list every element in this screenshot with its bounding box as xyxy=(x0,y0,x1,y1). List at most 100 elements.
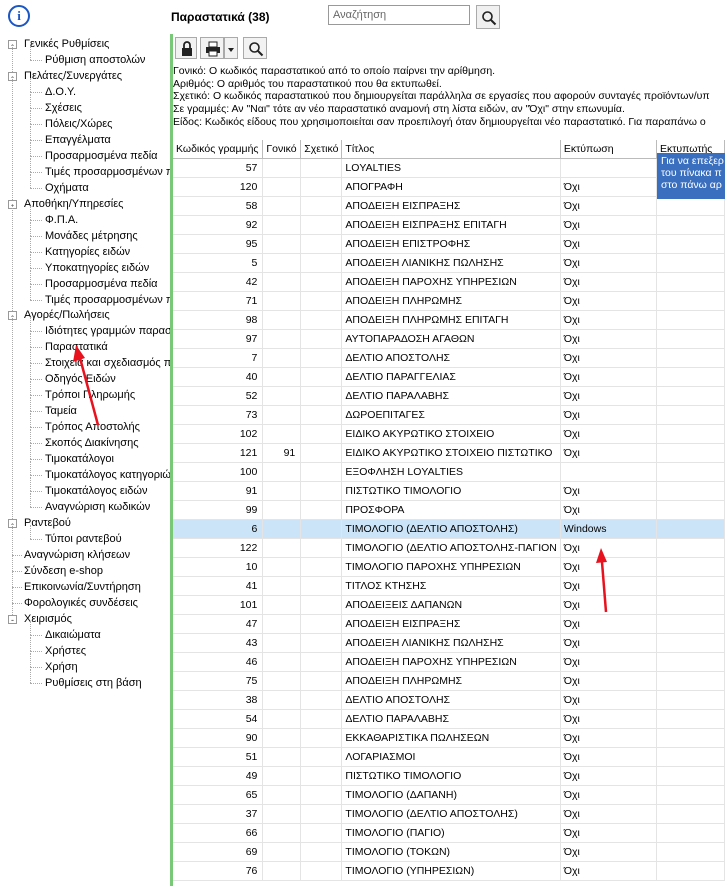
column-header[interactable]: Σχετικό xyxy=(300,140,343,159)
print-dropdown-button[interactable] xyxy=(224,37,238,59)
sidebar-group[interactable]: Γενικές Ρυθμίσεις xyxy=(24,36,170,52)
table-row[interactable]: 46 ΑΠΟΔΕΙΞΗ ΠΑΡΟΧΗΣ ΥΠΗΡΕΣΙΩΝ Όχι xyxy=(173,652,725,672)
sidebar-item[interactable]: Τύποι ραντεβού xyxy=(45,531,170,547)
print-button[interactable] xyxy=(200,37,224,59)
sidebar-item[interactable]: Δ.Ο.Υ. xyxy=(45,84,170,100)
table-row[interactable]: 97 ΑΥΤΟΠΑΡΑΔΟΣΗ ΑΓΑΘΩΝ Όχι xyxy=(173,329,725,349)
tree-connector xyxy=(12,523,13,556)
sidebar-item[interactable]: Χρήση xyxy=(45,659,170,675)
table-row[interactable]: 10 ΤΙΜΟΛΟΓΙΟ ΠΑΡΟΧΗΣ ΥΠΗΡΕΣΙΩΝ Όχι xyxy=(173,557,725,577)
table-cell xyxy=(262,291,302,311)
column-header[interactable]: Κωδικός γραμμής xyxy=(173,140,264,159)
sidebar-item[interactable]: Μονάδες μέτρησης xyxy=(45,228,170,244)
table-row[interactable]: 66 ΤΙΜΟΛΟΓΙΟ (ΠΑΓΙΟ) Όχι xyxy=(173,823,725,843)
page-title: Παραστατικά (38) xyxy=(171,10,270,24)
table-row[interactable]: 121 91 ΕΙΔΙΚΟ ΑΚΥΡΩΤΙΚΟ ΣΤΟΙΧΕΙΟ ΠΙΣΤΩΤΙΚΟ… xyxy=(173,443,725,463)
tree-toggle[interactable]: - xyxy=(8,614,17,624)
sidebar-item[interactable]: Κατηγορίες ειδών xyxy=(45,244,170,260)
sidebar-item[interactable]: Τιμοκατάλογος κατηγοριώ xyxy=(45,467,170,483)
sidebar-group[interactable]: Αναγνώριση κλήσεων xyxy=(24,547,170,563)
sidebar-group[interactable]: Φορολογικές συνδέσεις xyxy=(24,595,170,611)
sidebar-item[interactable]: Πόλεις/Χώρες xyxy=(45,116,170,132)
table-row[interactable]: 57 LOYALTIES xyxy=(173,158,725,178)
sidebar-item[interactable]: Παραστατικά xyxy=(45,339,170,355)
column-header[interactable]: Τίτλος xyxy=(341,140,561,159)
sidebar-item[interactable]: Φ.Π.Α. xyxy=(45,212,170,228)
table-row[interactable]: 91 ΠΙΣΤΩΤΙΚΟ ΤΙΜΟΛΟΓΙΟ Όχι xyxy=(173,481,725,501)
sidebar-item[interactable]: Στοιχεία και σχεδιασμός π xyxy=(45,355,170,371)
table-row[interactable]: 100 ΕΞΟΦΛΗΣΗ LOYALTIES xyxy=(173,462,725,482)
sidebar-group[interactable]: Ραντεβού xyxy=(24,515,170,531)
column-header[interactable]: Γονικό xyxy=(262,140,302,159)
table-row[interactable]: 52 ΔΕΛΤΙΟ ΠΑΡΑΛΑΒΗΣ Όχι xyxy=(173,386,725,406)
table-row[interactable]: 73 ΔΩΡΟΕΠΙΤΑΓΕΣ Όχι xyxy=(173,405,725,425)
sidebar-item[interactable]: Τιμοκατάλογοι xyxy=(45,451,170,467)
table-row[interactable]: 5 ΑΠΟΔΕΙΞΗ ΛΙΑΝΙΚΗΣ ΠΩΛΗΣΗΣ Όχι xyxy=(173,253,725,273)
table-row[interactable]: 51 ΛΟΓΑΡΙΑΣΜΟΙ Όχι xyxy=(173,747,725,767)
info-icon[interactable]: i xyxy=(8,5,30,27)
table-row[interactable]: 7 ΔΕΛΤΙΟ ΑΠΟΣΤΟΛΗΣ Όχι xyxy=(173,348,725,368)
description-line: Είδος: Κωδικός είδους που χρησιμοποιείτα… xyxy=(173,115,706,128)
table-row[interactable]: 40 ΔΕΛΤΙΟ ΠΑΡΑΓΓΕΛΙΑΣ Όχι xyxy=(173,367,725,387)
sidebar-item[interactable]: Σκοπός Διακίνησης xyxy=(45,435,170,451)
table-row[interactable]: 49 ΠΙΣΤΩΤΙΚΟ ΤΙΜΟΛΟΓΙΟ Όχι xyxy=(173,766,725,786)
sidebar-item[interactable]: Επαγγέλματα xyxy=(45,132,170,148)
table-row[interactable]: 38 ΔΕΛΤΙΟ ΑΠΟΣΤΟΛΗΣ Όχι xyxy=(173,690,725,710)
table-cell: 121 xyxy=(173,443,264,463)
table-row[interactable]: 90 ΕΚΚΑΘΑΡΙΣΤΙΚΑ ΠΩΛΗΣΕΩΝ Όχι xyxy=(173,728,725,748)
sidebar-group[interactable]: Αποθήκη/Υπηρεσίες xyxy=(24,196,170,212)
sidebar-item[interactable]: Προσαρμοσμένα πεδία xyxy=(45,148,170,164)
sidebar-item[interactable]: Σχέσεις xyxy=(45,100,170,116)
table-row[interactable]: 120 ΑΠΟΓΡΑΦΗ Όχι xyxy=(173,177,725,197)
table-row[interactable]: 76 ΤΙΜΟΛΟΓΙΟ (ΥΠΗΡΕΣΙΩΝ) Όχι xyxy=(173,861,725,881)
search-button[interactable] xyxy=(476,5,500,29)
sidebar-group[interactable]: Πελάτες/Συνεργάτες xyxy=(24,68,170,84)
table-row[interactable]: 95 ΑΠΟΔΕΙΞΗ ΕΠΙΣΤΡΟΦΗΣ Όχι xyxy=(173,234,725,254)
sidebar-item[interactable]: Τρόπος Αποστολής xyxy=(45,419,170,435)
sidebar-item[interactable]: Τιμές προσαρμοσμένων π xyxy=(45,292,170,308)
sidebar-group[interactable]: Χειρισμός xyxy=(24,611,170,627)
table-row[interactable]: 6 ΤΙΜΟΛΟΓΙΟ (ΔΕΛΤΙΟ ΑΠΟΣΤΟΛΗΣ) Windows xyxy=(173,519,725,539)
table-row[interactable]: 102 ΕΙΔΙΚΟ ΑΚΥΡΩΤΙΚΟ ΣΤΟΙΧΕΙΟ Όχι xyxy=(173,424,725,444)
sidebar-group[interactable]: Αγορές/Πωλήσεις xyxy=(24,307,170,323)
sidebar-item[interactable]: Χρήστες xyxy=(45,643,170,659)
sidebar-item[interactable]: Ρύθμιση αποστολών xyxy=(45,52,170,68)
column-header[interactable]: Εκτύπωση xyxy=(560,140,658,159)
table-row[interactable]: 122 ΤΙΜΟΛΟΓΙΟ (ΔΕΛΤΙΟ ΑΠΟΣΤΟΛΗΣ-ΠΑΓΙΟΝ Όχι xyxy=(173,538,725,558)
table-cell xyxy=(656,367,725,387)
sidebar-item[interactable]: Οδηγός Ειδών xyxy=(45,371,170,387)
table-row[interactable]: 37 ΤΙΜΟΛΟΓΙΟ (ΔΕΛΤΙΟ ΑΠΟΣΤΟΛΗΣ) Όχι xyxy=(173,804,725,824)
sidebar-item[interactable]: Τιμές προσαρμοσμένων π xyxy=(45,164,170,180)
toolbar-search-button[interactable] xyxy=(243,37,267,59)
table-row[interactable]: 42 ΑΠΟΔΕΙΞΗ ΠΑΡΟΧΗΣ ΥΠΗΡΕΣΙΩΝ Όχι xyxy=(173,272,725,292)
sidebar-item[interactable]: Αναγνώριση κωδικών xyxy=(45,499,170,515)
table-cell: ΑΠΟΔΕΙΞΗ ΕΙΣΠΡΑΞΗΣ ΕΠΙΤΑΓΗ xyxy=(341,215,561,235)
table-cell: Όχι xyxy=(560,500,658,520)
sidebar-item[interactable]: Ρυθμίσεις στη βάση xyxy=(45,675,170,691)
table-row[interactable]: 65 ΤΙΜΟΛΟΓΙΟ (ΔΑΠΑΝΗ) Όχι xyxy=(173,785,725,805)
sidebar-item[interactable]: Ταμεία xyxy=(45,403,170,419)
table-row[interactable]: 41 ΤΙΤΛΟΣ ΚΤΗΣΗΣ Όχι xyxy=(173,576,725,596)
table-row[interactable]: 92 ΑΠΟΔΕΙΞΗ ΕΙΣΠΡΑΞΗΣ ΕΠΙΤΑΓΗ Όχι xyxy=(173,215,725,235)
sidebar-item[interactable]: Δικαιώματα xyxy=(45,627,170,643)
table-row[interactable]: 101 ΑΠΟΔΕΙΞΕΙΣ ΔΑΠΑΝΩΝ Όχι xyxy=(173,595,725,615)
table-row[interactable]: 75 ΑΠΟΔΕΙΞΗ ΠΛΗΡΩΜΗΣ Όχι xyxy=(173,671,725,691)
sidebar-item[interactable]: Τρόποι Πληρωμής xyxy=(45,387,170,403)
table-row[interactable]: 47 ΑΠΟΔΕΙΞΗ ΕΙΣΠΡΑΞΗΣ Όχι xyxy=(173,614,725,634)
table-row[interactable]: 54 ΔΕΛΤΙΟ ΠΑΡΑΛΑΒΗΣ Όχι xyxy=(173,709,725,729)
sidebar-group[interactable]: Επικοινωνία/Συντήρηση xyxy=(24,579,170,595)
sidebar-item[interactable]: Υποκατηγορίες ειδών xyxy=(45,260,170,276)
table-row[interactable]: 99 ΠΡΟΣΦΟΡΑ Όχι xyxy=(173,500,725,520)
table-row[interactable]: 58 ΑΠΟΔΕΙΞΗ ΕΙΣΠΡΑΞΗΣ Όχι xyxy=(173,196,725,216)
search-input[interactable] xyxy=(328,5,470,25)
sidebar-item[interactable]: Οχήματα xyxy=(45,180,170,196)
sidebar-item[interactable]: Τιμοκατάλογος ειδών xyxy=(45,483,170,499)
sidebar-item[interactable]: Ιδιότητες γραμμών παρασ xyxy=(45,323,170,339)
table-row[interactable]: 98 ΑΠΟΔΕΙΞΗ ΠΛΗΡΩΜΗΣ ΕΠΙΤΑΓΗ Όχι xyxy=(173,310,725,330)
lock-button[interactable] xyxy=(175,37,197,59)
table-row[interactable]: 43 ΑΠΟΔΕΙΞΗ ΛΙΑΝΙΚΗΣ ΠΩΛΗΣΗΣ Όχι xyxy=(173,633,725,653)
table-row[interactable]: 71 ΑΠΟΔΕΙΞΗ ΠΛΗΡΩΜΗΣ Όχι xyxy=(173,291,725,311)
sidebar-group[interactable]: Σύνδεση e-shop xyxy=(24,563,170,579)
table-row[interactable]: 69 ΤΙΜΟΛΟΓΙΟ (ΤΟΚΩΝ) Όχι xyxy=(173,842,725,862)
sidebar-item[interactable]: Προσαρμοσμένα πεδία xyxy=(45,276,170,292)
